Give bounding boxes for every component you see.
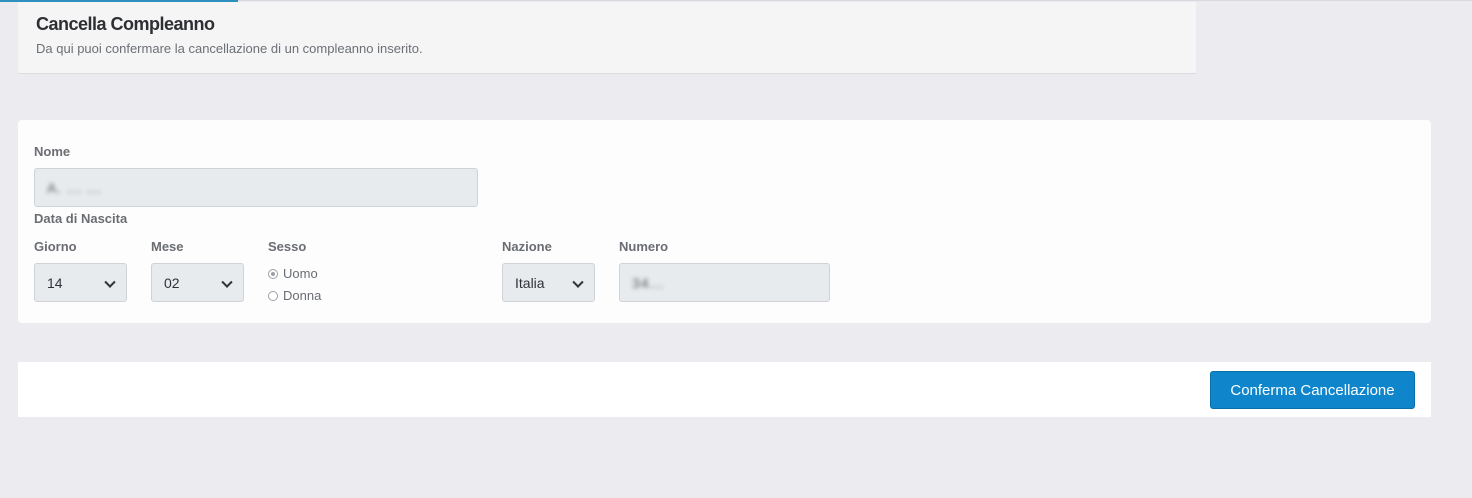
chevron-down-icon [104, 276, 116, 288]
giorno-select[interactable]: 14 [34, 263, 127, 302]
data-nascita-label: Data di Nascita [34, 211, 128, 226]
numero-field[interactable]: 34... [619, 263, 830, 302]
nome-value: A. ... ... [47, 179, 102, 196]
sesso-option-donna[interactable]: Donna [268, 288, 321, 303]
form-footer: Conferma Cancellazione [18, 362, 1431, 417]
nazione-value: Italia [515, 274, 545, 291]
mese-label: Mese [151, 239, 184, 254]
radio-uomo[interactable] [268, 268, 278, 279]
page-subtitle: Da qui puoi confermare la cancellazione … [36, 41, 423, 56]
radio-donna[interactable] [268, 290, 278, 301]
sesso-option-uomo[interactable]: Uomo [268, 266, 318, 281]
sesso-label: Sesso [268, 239, 307, 254]
mese-value: 02 [164, 274, 180, 291]
nazione-select[interactable]: Italia [502, 263, 595, 302]
page-header: Cancella Compleanno Da qui puoi conferma… [18, 2, 1196, 74]
sesso-option-label: Uomo [283, 266, 318, 281]
birthday-form-card: Nome A. ... ... Data di Nascita Giorno 1… [18, 120, 1431, 323]
mese-select[interactable]: 02 [151, 263, 244, 302]
numero-value: 34... [632, 274, 665, 291]
nome-field[interactable]: A. ... ... [34, 168, 478, 207]
sesso-option-label: Donna [283, 288, 322, 303]
nazione-label: Nazione [502, 239, 552, 254]
numero-label: Numero [619, 239, 669, 254]
chevron-down-icon [572, 276, 584, 288]
giorno-value: 14 [47, 274, 63, 291]
confirm-delete-button[interactable]: Conferma Cancellazione [1210, 371, 1415, 409]
chevron-down-icon [221, 276, 233, 288]
nome-label: Nome [34, 144, 71, 159]
page-title: Cancella Compleanno [36, 14, 215, 34]
giorno-label: Giorno [34, 239, 77, 254]
